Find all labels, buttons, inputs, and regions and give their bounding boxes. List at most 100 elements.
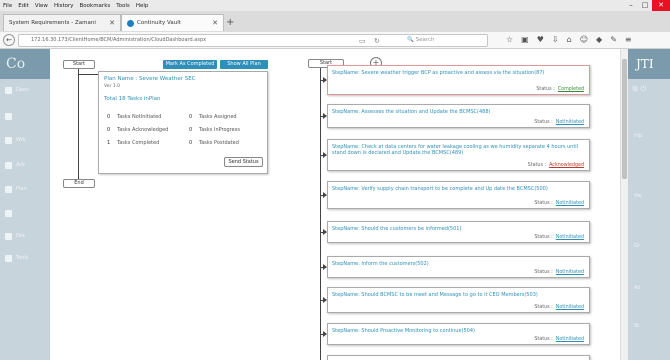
mark-completed-button[interactable]: Mark As Completed (163, 60, 217, 69)
workflow-step[interactable]: StepName: Verify supply chain transport … (327, 181, 590, 209)
step-status-value[interactable]: Completed (558, 87, 584, 92)
workflow-step[interactable]: StepName: Inform the customers(502) Statu… (327, 256, 590, 278)
stat-label: Tasks Completed (117, 140, 160, 146)
right-tab-2[interactable]: Vw (628, 189, 670, 203)
right-tab-3[interactable]: Gr (628, 239, 670, 253)
sidebar-item-doc[interactable]: Doc (0, 227, 50, 245)
menu-bookmarks[interactable]: Bookmarks (80, 3, 111, 9)
sidebar-item-label: Tools (16, 255, 29, 261)
scroll-thumb[interactable] (622, 59, 627, 179)
search-placeholder: Search (415, 37, 435, 43)
home-icon[interactable]: ⌂ (567, 35, 572, 44)
sidebar-item-ack[interactable]: Ack (0, 156, 50, 174)
step-status: Status : NotInitiated (534, 235, 584, 240)
arrow-icon (323, 77, 327, 83)
menu-view[interactable]: View (35, 3, 48, 9)
step-status-value[interactable]: NotInitiated (556, 235, 584, 240)
reader-icon[interactable]: ▭ (359, 36, 366, 46)
extension-icon[interactable]: ✎ (610, 35, 617, 44)
toolbar-icons: ☆ ▣ ♥ ⇩ ⌂ ☺ ◆ ✎ ≡ (506, 35, 640, 44)
clipboard-icon[interactable]: ▣ (521, 35, 529, 44)
show-all-steps-button[interactable]: Show All Plan Steps (220, 60, 268, 76)
workflow-step[interactable]: StepName: Should BCMSC to be meet and Me… (327, 287, 590, 313)
arrow-icon (323, 229, 327, 235)
menu-history[interactable]: History (54, 3, 74, 9)
right-tab-5[interactable]: St (628, 319, 670, 333)
step-name: StepName: Assesses the situation and Upd… (332, 109, 491, 115)
menu-help[interactable]: Help (136, 3, 149, 9)
stat-label: Tasks Acknowledged (117, 127, 169, 133)
step-status: Status : NotInitiated (534, 270, 584, 275)
tab-continuity-vault[interactable]: Continuity Vault ✕ (121, 14, 224, 31)
left-end-node[interactable]: End (63, 179, 95, 188)
sidebar-item-chart[interactable] (0, 204, 50, 222)
sidebar-item-label: Dash (16, 87, 29, 93)
maximize-icon[interactable]: □ (638, 0, 652, 11)
plan-version: Ver 1.0 (104, 84, 120, 89)
scrollbar[interactable] (620, 49, 628, 360)
stat-label: Tasks Postdated (199, 140, 239, 146)
right-tab-1[interactable]: Hlp (628, 129, 670, 143)
sidebar-item-tools[interactable]: Tools (0, 249, 50, 267)
step-status-value[interactable]: NotInitiated (556, 305, 584, 310)
step-name: StepName: Inform the customers(502) (332, 261, 429, 267)
step-status: Status : NotInitiated (534, 305, 584, 310)
sidebar-item-plan[interactable]: Plan (0, 180, 50, 198)
app: Co Dash Wrk Ack Plan Doc Tools Start End… (0, 49, 670, 360)
stat-assigned: 0 Tasks Assigned (189, 114, 237, 120)
send-status-button[interactable]: Send Status (224, 157, 263, 167)
stat-label: Tasks InProgress (199, 127, 240, 133)
workflow-step[interactable]: StepName: Should the customers be inform… (327, 221, 590, 243)
sidebar-item-label: Plan (16, 186, 27, 192)
right-logo: JTI (628, 49, 670, 79)
url-bar[interactable]: 172.16.30.173/ClientHome/BCM/Administrat… (18, 34, 488, 47)
close-icon[interactable]: ✕ (652, 0, 670, 11)
reload-icon[interactable]: ↻ (374, 36, 380, 46)
close-tab-icon[interactable]: ✕ (212, 19, 218, 27)
menu-icon[interactable]: ≡ (625, 35, 632, 44)
step-status-label: Status : (534, 235, 553, 240)
stat-count: 0 (189, 114, 193, 120)
tab-system-requirements[interactable]: System Requirements - Zamani ✕ (3, 14, 121, 31)
menu-file[interactable]: File (3, 3, 12, 9)
app-logo: Co (0, 49, 50, 79)
step-status-value[interactable]: Acknowledged (549, 163, 584, 168)
home-icon (5, 86, 12, 94)
right-panel: JTI ⚙ ⏻ Hlp Vw Gr Ad St (628, 49, 670, 360)
nav-bar: ← 172.16.30.173/ClientHome/BCM/Administr… (0, 32, 670, 49)
workflow-step[interactable]: StepName: Should Proactive Monitoring to… (327, 323, 590, 345)
menu-tools[interactable]: Tools (116, 3, 130, 9)
sidebar-item-dash[interactable]: Dash (0, 81, 50, 99)
pocket-icon[interactable]: ♥ (537, 35, 544, 44)
minimize-icon[interactable]: – (624, 0, 638, 11)
sidebar-item-grid[interactable] (0, 107, 50, 125)
step-status-value[interactable]: NotInitiated (556, 120, 584, 125)
url-text: 172.16.30.173/ClientHome/BCM/Administrat… (31, 37, 207, 43)
arrow-icon (323, 192, 327, 198)
step-status-value[interactable]: NotInitiated (556, 201, 584, 206)
menu-edit[interactable]: Edit (18, 3, 29, 9)
shield-icon[interactable]: ◆ (596, 35, 602, 44)
workflow-step[interactable]: StepName: Severe weather trigger BCP as … (327, 65, 590, 95)
left-start-node[interactable]: Start (63, 60, 95, 69)
workflow-step[interactable]: StepName: Is the assessment complete?(50… (327, 355, 590, 360)
workflow-step[interactable]: StepName: Check at data centers for wate… (327, 139, 590, 171)
step-status: Status : Completed (536, 87, 584, 92)
arrow-icon (323, 113, 327, 119)
grid-icon (5, 112, 12, 120)
star-icon[interactable]: ☆ (506, 35, 513, 44)
stat-in-progress: 0 Tasks InProgress (189, 127, 240, 133)
step-status-value[interactable]: NotInitiated (556, 337, 584, 342)
right-tab-4[interactable]: Ad (628, 281, 670, 295)
tab-label: Continuity Vault (137, 20, 181, 26)
download-icon[interactable]: ⇩ (552, 35, 559, 44)
back-icon[interactable]: ← (3, 34, 15, 46)
smiley-icon[interactable]: ☺ (580, 35, 588, 44)
close-tab-icon[interactable]: ✕ (109, 19, 115, 27)
workflow-step[interactable]: StepName: Assesses the situation and Upd… (327, 104, 590, 128)
sidebar-item-wrk[interactable]: Wrk (0, 131, 50, 149)
user-icon[interactable]: ⚙ ⏻ (632, 85, 646, 94)
new-tab-icon[interactable]: + (226, 17, 234, 28)
search-input[interactable]: 🔍 Search (407, 36, 487, 45)
step-status-value[interactable]: NotInitiated (556, 270, 584, 275)
